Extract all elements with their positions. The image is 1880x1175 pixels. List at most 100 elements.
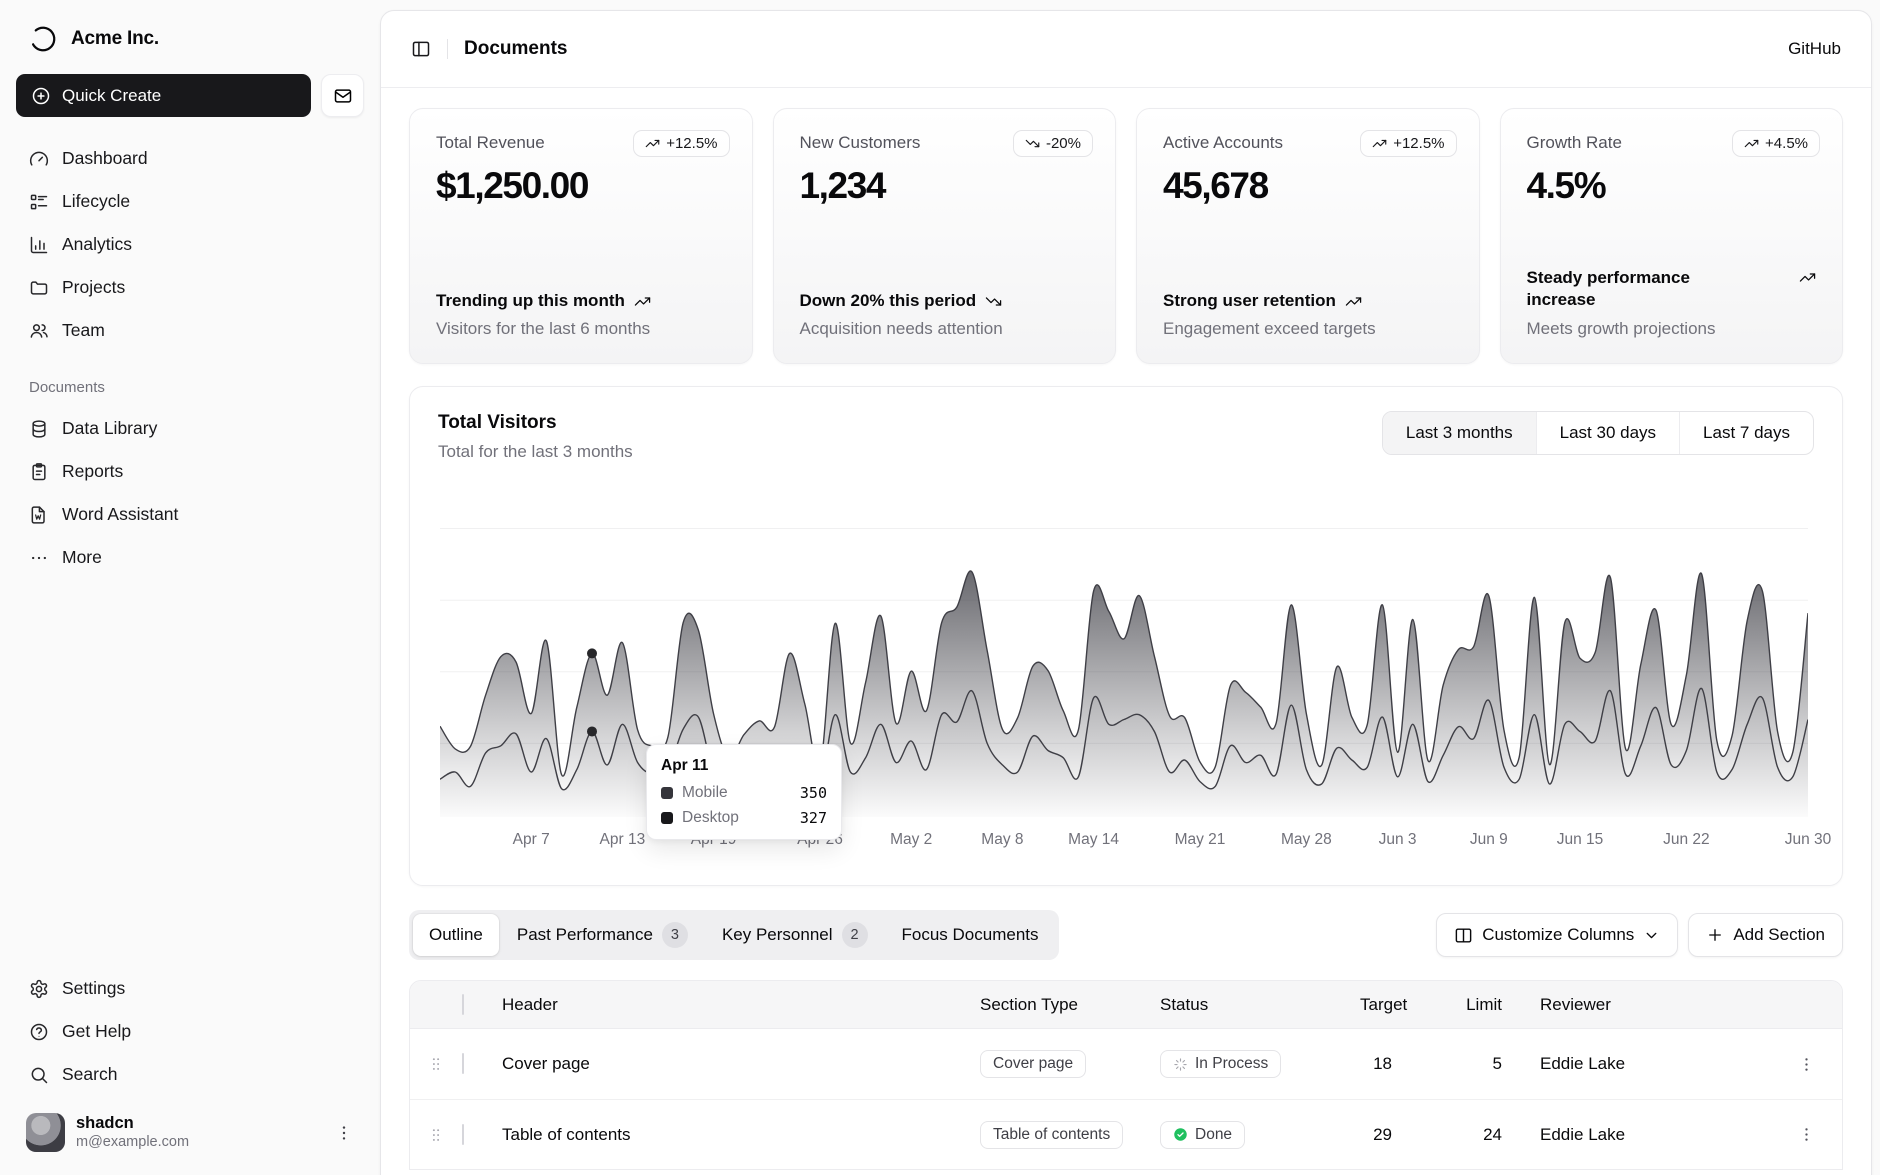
row-header-cell: Table of contents [494, 1125, 972, 1145]
github-link[interactable]: GitHub [1788, 39, 1841, 59]
x-tick-label: May 2 [890, 831, 932, 849]
trending-up-icon [1345, 293, 1362, 310]
status-label: In Process [1195, 1055, 1268, 1073]
card-subtext: Engagement exceed targets [1163, 319, 1453, 339]
sidebar-toggle-button[interactable] [405, 33, 437, 65]
tab-focus-documents[interactable]: Focus Documents [886, 914, 1055, 956]
range-option-last-30-days[interactable]: Last 30 days [1536, 412, 1679, 454]
x-tick-label: May 14 [1068, 831, 1119, 849]
table-row: Table of contentsTable of contentsDone29… [410, 1099, 1842, 1169]
card-footer: Down 20% this period Acquisition needs at… [800, 291, 1090, 339]
trend-badge-value: +12.5% [666, 135, 717, 152]
sidebar-item-projects[interactable]: Projects [16, 266, 364, 309]
section-type-cell: Table of contents [972, 1121, 1152, 1149]
tab-outline[interactable]: Outline [413, 914, 499, 956]
brand-circle-icon [28, 24, 58, 54]
tooltip-series-row: Desktop327 [661, 809, 827, 827]
sidebar-item-lifecycle[interactable]: Lifecycle [16, 180, 364, 223]
customize-columns-button[interactable]: Customize Columns [1436, 913, 1678, 957]
column-header-target: Target [1352, 995, 1422, 1015]
nav-item-label: Team [62, 320, 105, 341]
sidebar-item-settings[interactable]: Settings [16, 967, 364, 1010]
trending-up-icon [1744, 136, 1759, 151]
reviewer-cell: Eddie Lake [1532, 1054, 1770, 1074]
active-dot-desktop [587, 648, 597, 658]
gear-icon [29, 979, 49, 999]
stat-cards: Total Revenue+12.5%$1,250.00Trending up … [409, 108, 1843, 364]
series-swatch [661, 812, 673, 824]
inbox-button[interactable] [321, 74, 364, 117]
brand[interactable]: Acme Inc. [16, 14, 364, 64]
trend-badge: +4.5% [1732, 130, 1820, 157]
card-footnote-text: Down 20% this period [800, 291, 977, 311]
nav-item-label: Search [62, 1064, 117, 1085]
x-tick-label: May 21 [1175, 831, 1226, 849]
trending-up-icon [634, 293, 651, 310]
table-header-row: HeaderSection TypeStatusTargetLimitRevie… [410, 981, 1842, 1029]
tab-key-personnel[interactable]: Key Personnel2 [706, 914, 884, 956]
card-footnote-text: Strong user retention [1163, 291, 1336, 311]
sidebar-item-reports[interactable]: Reports [16, 450, 364, 493]
columns-icon [1454, 926, 1473, 945]
tab-past-performance[interactable]: Past Performance3 [501, 914, 704, 956]
drag-handle[interactable] [410, 1055, 454, 1073]
sidebar-item-team[interactable]: Team [16, 309, 364, 352]
quick-create-button[interactable]: Quick Create [16, 74, 311, 117]
stat-card-2: New Customers-20%1,234Down 20% this peri… [773, 108, 1117, 364]
card-footer: Strong user retention Engagement exceed t… [1163, 291, 1453, 339]
x-tick-label: May 8 [981, 831, 1023, 849]
tooltip-series-label: Mobile [682, 784, 728, 802]
status-badge: In Process [1160, 1050, 1281, 1078]
status-label: Done [1195, 1126, 1232, 1144]
card-subtext: Acquisition needs attention [800, 319, 1090, 339]
sidebar-item-analytics[interactable]: Analytics [16, 223, 364, 266]
trend-badge-value: +12.5% [1393, 135, 1444, 152]
range-option-last-3-months[interactable]: Last 3 months [1383, 412, 1536, 454]
card-subtext: Meets growth projections [1527, 319, 1817, 339]
sidebar-item-dashboard[interactable]: Dashboard [16, 137, 364, 180]
user-menu[interactable]: shadcn m@example.com [16, 1104, 364, 1161]
card-footer: Steady performance increaseMeets growth … [1527, 267, 1817, 339]
nav-item-label: Projects [62, 277, 125, 298]
ellipsis-icon [29, 548, 49, 568]
card-subtext: Visitors for the last 6 months [436, 319, 726, 339]
drag-handle[interactable] [410, 1126, 454, 1144]
tooltip-series-row: Mobile350 [661, 784, 827, 802]
nav-item-label: Analytics [62, 234, 132, 255]
sidebar-item-search[interactable]: Search [16, 1053, 364, 1096]
section-type-cell: Cover page [972, 1050, 1152, 1078]
sidebar-item-data-library[interactable]: Data Library [16, 407, 364, 450]
row-actions-button[interactable] [1791, 1049, 1822, 1080]
card-footnote: Down 20% this period [800, 291, 1090, 311]
user-email: m@example.com [76, 1135, 189, 1151]
sidebar-item-word-assistant[interactable]: Word Assistant [16, 493, 364, 536]
sidebar-item-more[interactable]: More [16, 536, 364, 579]
nav-item-label: More [62, 547, 102, 568]
sidebar-item-get-help[interactable]: Get Help [16, 1010, 364, 1053]
column-header-reviewer: Reviewer [1532, 995, 1770, 1015]
range-option-last-7-days[interactable]: Last 7 days [1679, 412, 1813, 454]
tab-label: Past Performance [517, 925, 653, 945]
row-actions-button[interactable] [1791, 1119, 1822, 1150]
add-section-button[interactable]: Add Section [1688, 913, 1843, 957]
range-toggle-group: Last 3 monthsLast 30 daysLast 7 days [1382, 411, 1814, 455]
header-divider [447, 39, 448, 59]
status-cell: In Process [1152, 1050, 1352, 1078]
more-vertical-icon[interactable] [334, 1123, 354, 1143]
limit-cell: 5 [1422, 1054, 1532, 1074]
bar-chart-icon [29, 235, 49, 255]
help-circle-icon [29, 1022, 49, 1042]
row-checkbox[interactable] [462, 1053, 464, 1074]
user-name: shadcn [76, 1114, 189, 1132]
tab-label: Key Personnel [722, 925, 833, 945]
nav-item-label: Reports [62, 461, 123, 482]
x-tick-label: Jun 30 [1785, 831, 1832, 849]
row-checkbox[interactable] [462, 1124, 464, 1145]
select-all-checkbox[interactable] [462, 994, 464, 1015]
trending-down-icon [1025, 136, 1040, 151]
trend-badge: +12.5% [633, 130, 729, 157]
section-type-badge: Table of contents [980, 1121, 1123, 1149]
mail-icon [333, 86, 353, 106]
tab-label: Focus Documents [902, 925, 1039, 945]
tooltip-date: Apr 11 [661, 757, 827, 775]
